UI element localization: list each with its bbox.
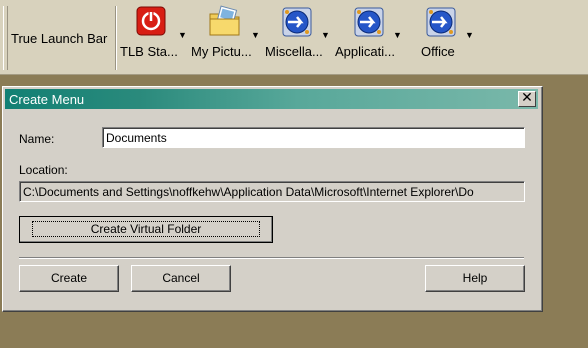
location-field[interactable]: C:\Documents and Settings\noffkehw\Appli… <box>19 181 525 202</box>
chevron-down-icon[interactable]: ▼ <box>321 30 330 40</box>
chevron-down-icon[interactable]: ▼ <box>465 30 474 40</box>
create-virtual-folder-label: Create Virtual Folder <box>31 221 261 237</box>
toolbar-button-label: My Pictu... <box>191 44 252 59</box>
toolbar-separator <box>115 6 117 70</box>
power-icon <box>136 6 166 36</box>
toolbar-button-label: Applicati... <box>335 44 395 59</box>
launch-icon <box>282 7 312 37</box>
close-icon: ✕ <box>521 90 533 106</box>
toolbar-button-label: Office <box>421 44 455 59</box>
name-field[interactable]: Documents <box>102 127 525 148</box>
location-label: Location: <box>19 163 68 177</box>
pictures-folder-icon <box>209 5 240 36</box>
chevron-down-icon[interactable]: ▼ <box>393 30 402 40</box>
toolbar-button-label: TLB Sta... <box>120 44 178 59</box>
create-virtual-folder-button[interactable]: Create Virtual Folder <box>19 216 273 243</box>
cancel-button[interactable]: Cancel <box>131 265 231 292</box>
chevron-down-icon[interactable]: ▼ <box>251 30 260 40</box>
dialog-divider <box>19 257 524 259</box>
help-button[interactable]: Help <box>425 265 525 292</box>
dialog-title-bar[interactable]: Create Menu ✕ <box>5 89 538 109</box>
toolbar-button-label: Miscella... <box>265 44 323 59</box>
name-label: Name: <box>19 132 55 146</box>
toolbar-grip[interactable] <box>3 6 8 70</box>
create-button[interactable]: Create <box>19 265 119 292</box>
launch-icon <box>354 7 384 37</box>
chevron-down-icon[interactable]: ▼ <box>178 30 187 40</box>
toolbar-title: True Launch Bar <box>11 31 108 46</box>
create-menu-dialog: Create Menu ✕ Name: Documents Location: … <box>2 86 543 312</box>
true-launch-bar-toolbar: True Launch Bar ▼ TLB Sta... ▼ My Pictu.… <box>0 0 588 75</box>
dialog-title: Create Menu <box>9 92 85 107</box>
close-button[interactable]: ✕ <box>518 91 536 107</box>
launch-icon <box>426 7 456 37</box>
